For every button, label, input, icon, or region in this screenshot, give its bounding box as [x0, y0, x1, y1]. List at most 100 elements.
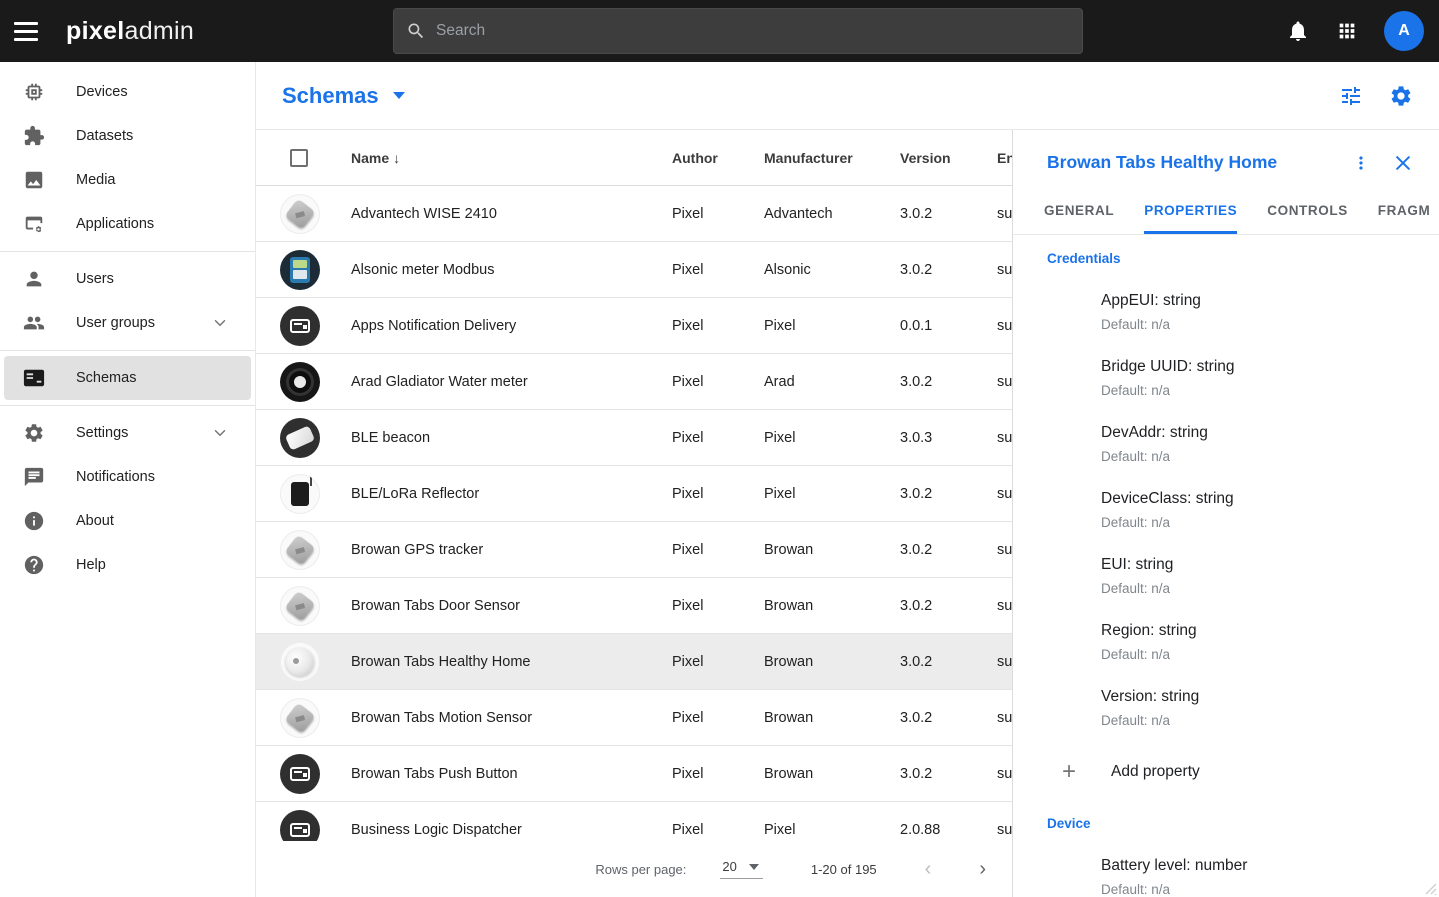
cell-name: Browan Tabs Push Button	[351, 766, 672, 782]
table-row[interactable]: Browan Tabs Push ButtonPixelBrowan3.0.2s…	[256, 746, 1012, 802]
menu-icon[interactable]	[0, 0, 52, 62]
close-icon[interactable]	[1393, 153, 1413, 173]
sidebar-item-label: Devices	[76, 84, 251, 100]
property-item[interactable]: DevAddr: stringDefault: n/a	[1101, 424, 1439, 464]
sidebar-item-datasets[interactable]: Datasets	[4, 114, 251, 158]
property-item[interactable]: AppEUI: stringDefault: n/a	[1101, 292, 1439, 332]
cell-manufacturer: Browan	[764, 710, 900, 726]
cell-enabled: su	[997, 318, 1012, 334]
add-property-button[interactable]: +Add property	[1057, 758, 1439, 786]
kebab-menu-icon[interactable]	[1351, 153, 1371, 173]
sidebar-item-devices[interactable]: Devices	[4, 70, 251, 114]
property-name: DeviceClass: string	[1101, 490, 1439, 508]
property-item[interactable]: Bridge UUID: stringDefault: n/a	[1101, 358, 1439, 398]
cell-name: Alsonic meter Modbus	[351, 262, 672, 278]
column-header-manufacturer[interactable]: Manufacturer	[764, 150, 900, 166]
sidebar-item-about[interactable]: About	[4, 499, 251, 543]
property-item[interactable]: Battery level: numberDefault: n/a	[1101, 857, 1439, 897]
device-image	[280, 530, 320, 570]
chevron-down-icon	[211, 314, 229, 332]
device-image	[280, 306, 320, 346]
property-item[interactable]: Version: stringDefault: n/a	[1101, 688, 1439, 728]
sidebar-item-media[interactable]: Media	[4, 158, 251, 202]
table-row[interactable]: Browan Tabs Motion SensorPixelBrowan3.0.…	[256, 690, 1012, 746]
tab-general[interactable]: GENERAL	[1044, 191, 1114, 234]
divider	[0, 350, 255, 351]
property-name: Battery level: number	[1101, 857, 1439, 875]
table-row[interactable]: BLE/LoRa ReflectorPixelPixel3.0.2su	[256, 466, 1012, 522]
sidebar-item-settings[interactable]: Settings	[4, 411, 251, 455]
sidebar-item-help[interactable]: Help	[4, 543, 251, 587]
cell-manufacturer: Advantech	[764, 206, 900, 222]
table-row[interactable]: BLE beaconPixelPixel3.0.3su	[256, 410, 1012, 466]
header-actions	[1339, 84, 1413, 108]
main-content: Schemas Name ↓	[256, 62, 1439, 897]
cell-enabled: su	[997, 374, 1012, 390]
table-header-row: Name ↓ Author Manufacturer Version En	[256, 130, 1012, 186]
select-all-checkbox[interactable]	[290, 149, 308, 167]
table-row[interactable]: Browan Tabs Door SensorPixelBrowan3.0.2s…	[256, 578, 1012, 634]
rows-per-page-select[interactable]: 20	[720, 859, 762, 879]
next-page-button[interactable]: ›	[975, 855, 990, 883]
help-icon	[22, 553, 46, 577]
column-header-enabled[interactable]: En	[997, 150, 1012, 166]
filter-tune-icon[interactable]	[1339, 84, 1363, 108]
sidebar-item-user-groups[interactable]: User groups	[4, 301, 251, 345]
settings-gear-icon[interactable]	[1389, 84, 1413, 108]
table-row[interactable]: Arad Gladiator Water meterPixelArad3.0.2…	[256, 354, 1012, 410]
device-image	[280, 474, 320, 514]
apps-grid-icon[interactable]	[1336, 20, 1358, 42]
property-default: Default: n/a	[1101, 713, 1439, 728]
sidebar-item-label: User groups	[76, 315, 211, 331]
previous-page-button[interactable]: ‹	[921, 855, 936, 883]
resize-handle[interactable]	[1421, 879, 1437, 895]
column-header-name[interactable]: Name ↓	[351, 150, 672, 166]
property-item[interactable]: EUI: stringDefault: n/a	[1101, 556, 1439, 596]
sidebar-item-label: Notifications	[76, 469, 251, 485]
panel-tabs: GENERAL PROPERTIES CONTROLS FRAGM	[1013, 183, 1439, 235]
property-item[interactable]: Region: stringDefault: n/a	[1101, 622, 1439, 662]
cell-author: Pixel	[672, 654, 764, 670]
sidebar-item-notifications[interactable]: Notifications	[4, 455, 251, 499]
table-row[interactable]: Business Logic DispatcherPixelPixel2.0.8…	[256, 802, 1012, 841]
cell-enabled: su	[997, 710, 1012, 726]
table-row[interactable]: Apps Notification DeliveryPixelPixel0.0.…	[256, 298, 1012, 354]
table-row[interactable]: Browan GPS trackerPixelBrowan3.0.2su	[256, 522, 1012, 578]
device-image	[280, 194, 320, 234]
sidebar-item-applications[interactable]: Applications	[4, 202, 251, 246]
column-header-version[interactable]: Version	[900, 150, 997, 166]
column-header-author[interactable]: Author	[672, 150, 764, 166]
rows-per-page-value: 20	[722, 859, 736, 874]
sidebar-item-label: Help	[76, 557, 251, 573]
property-default: Default: n/a	[1101, 581, 1439, 596]
property-default: Default: n/a	[1101, 317, 1439, 332]
app-logo: pixeladmin	[66, 17, 194, 46]
sidebar-item-users[interactable]: Users	[4, 257, 251, 301]
section-heading: Credentials	[1047, 251, 1439, 266]
cell-version: 3.0.2	[900, 206, 997, 222]
cell-author: Pixel	[672, 430, 764, 446]
cell-version: 3.0.2	[900, 262, 997, 278]
tab-fragm[interactable]: FRAGM	[1378, 191, 1431, 234]
table-row[interactable]: Browan Tabs Healthy HomePixelBrowan3.0.2…	[256, 634, 1012, 690]
divider	[0, 251, 255, 252]
cell-author: Pixel	[672, 598, 764, 614]
search-input[interactable]	[436, 22, 1070, 40]
device-image	[280, 250, 320, 290]
sidebar-item-schemas[interactable]: Schemas	[4, 356, 251, 400]
cell-version: 3.0.3	[900, 430, 997, 446]
about-icon	[22, 509, 46, 533]
property-default: Default: n/a	[1101, 647, 1439, 662]
user-avatar[interactable]: A	[1384, 11, 1424, 51]
property-default: Default: n/a	[1101, 449, 1439, 464]
page-title-dropdown[interactable]: Schemas	[282, 83, 405, 109]
tab-properties[interactable]: PROPERTIES	[1144, 191, 1237, 234]
table-row[interactable]: Alsonic meter ModbusPixelAlsonic3.0.2su	[256, 242, 1012, 298]
property-item[interactable]: DeviceClass: stringDefault: n/a	[1101, 490, 1439, 530]
notifications-bell-icon[interactable]	[1286, 19, 1310, 43]
cell-manufacturer: Pixel	[764, 486, 900, 502]
table-row[interactable]: Advantech WISE 2410PixelAdvantech3.0.2su	[256, 186, 1012, 242]
cell-author: Pixel	[672, 486, 764, 502]
search-bar[interactable]	[393, 8, 1083, 54]
tab-controls[interactable]: CONTROLS	[1267, 191, 1348, 234]
